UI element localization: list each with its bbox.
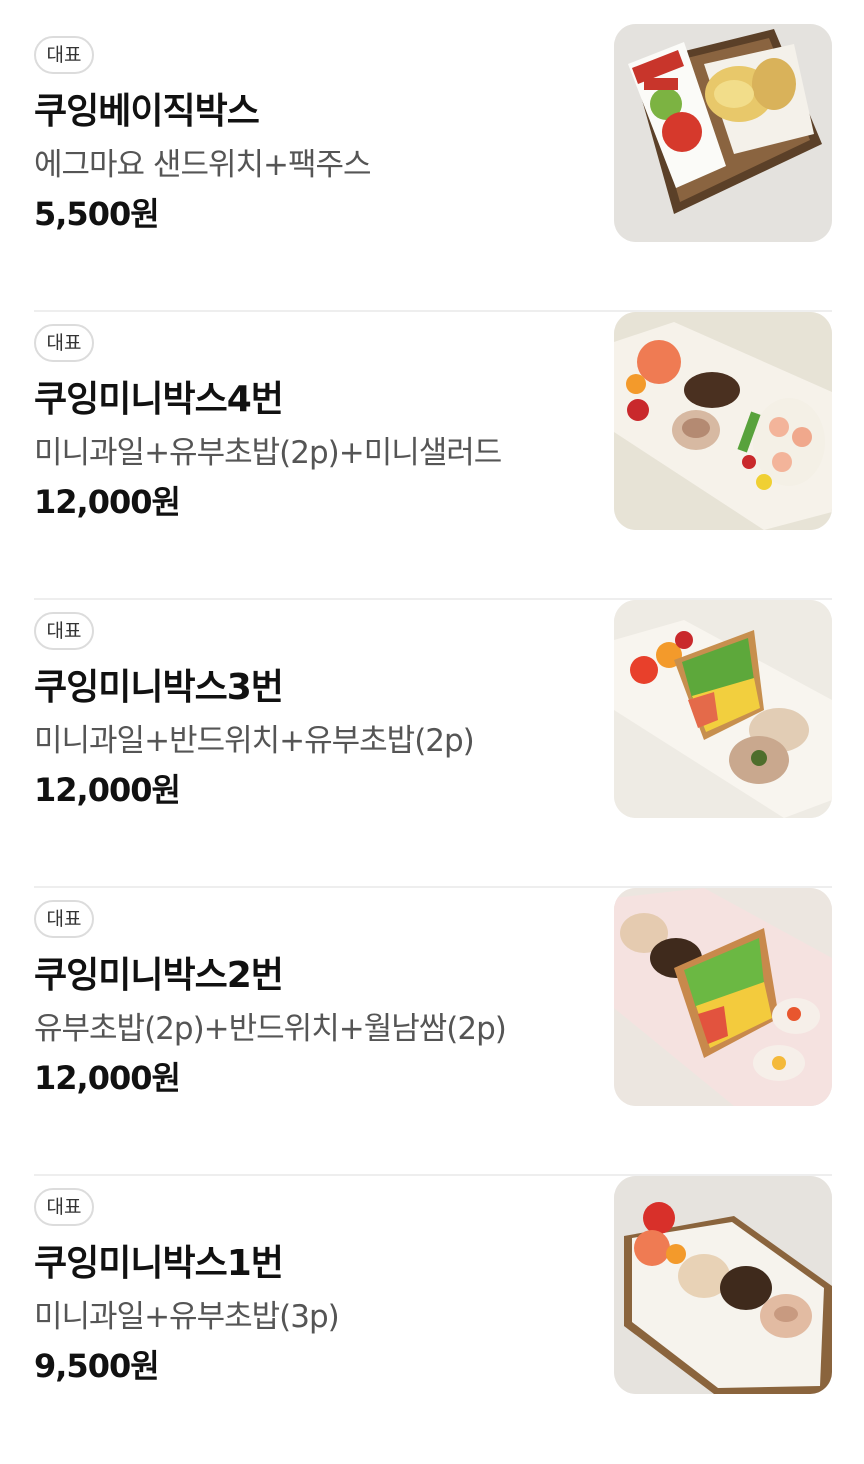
menu-item-name: 쿠잉미니박스4번: [34, 379, 284, 420]
fruit-inari-box-photo: [614, 1176, 832, 1394]
inari-sandwich-springroll-box-photo: [614, 888, 832, 1106]
menu-item-price: 9,500원: [34, 1347, 160, 1385]
menu-item-description: 유부초밥(2p)+반드위치+월남쌈(2p): [34, 1011, 507, 1047]
menu-item-name: 쿠잉미니박스2번: [34, 955, 284, 996]
menu-item-mini-box-1[interactable]: 대표 쿠잉미니박스1번 미니과일+유부초밥(3p) 9,500원: [34, 1176, 832, 1464]
menu-item-photo[interactable]: [614, 600, 832, 818]
menu-item-description: 에그마요 샌드위치+팩주스: [34, 147, 372, 183]
representative-badge: 대표: [34, 36, 94, 74]
menu-item-price: 5,500원: [34, 195, 160, 233]
menu-item-price: 12,000원: [34, 1059, 181, 1097]
menu-item-name: 쿠잉미니박스3번: [34, 667, 284, 708]
menu-item-photo[interactable]: [614, 312, 832, 530]
representative-badge: 대표: [34, 324, 94, 362]
menu-item-photo[interactable]: [614, 1176, 832, 1394]
menu-item-name: 쿠잉미니박스1번: [34, 1243, 284, 1284]
menu-item-description: 미니과일+유부초밥(3p): [34, 1299, 340, 1335]
menu-item-mini-box-4[interactable]: 대표 쿠잉미니박스4번 미니과일+유부초밥(2p)+미니샐러드 12,000원: [34, 312, 832, 600]
fruit-sandwich-inari-box-photo: [614, 600, 832, 818]
menu-item-mini-box-3[interactable]: 대표 쿠잉미니박스3번 미니과일+반드위치+유부초밥(2p) 12,000원: [34, 600, 832, 888]
menu-item-name: 쿠잉베이직박스: [34, 91, 260, 132]
menu-list: 대표 쿠잉베이직박스 에그마요 샌드위치+팩주스 5,500원 대표 쿠잉미니박…: [0, 0, 864, 1419]
menu-item-description: 미니과일+유부초밥(2p)+미니샐러드: [34, 435, 502, 471]
representative-badge: 대표: [34, 1188, 94, 1226]
menu-item-description: 미니과일+반드위치+유부초밥(2p): [34, 723, 475, 759]
menu-item-photo[interactable]: [614, 888, 832, 1106]
menu-item-mini-box-2[interactable]: 대표 쿠잉미니박스2번 유부초밥(2p)+반드위치+월남쌈(2p) 12,000…: [34, 888, 832, 1176]
representative-badge: 대표: [34, 900, 94, 938]
fruit-inari-salad-box-photo: [614, 312, 832, 530]
menu-item-basic-box[interactable]: 대표 쿠잉베이직박스 에그마요 샌드위치+팩주스 5,500원: [34, 24, 832, 312]
sandwich-and-apple-juice-photo: [614, 24, 832, 242]
menu-item-price: 12,000원: [34, 483, 181, 521]
menu-item-photo[interactable]: [614, 24, 832, 242]
menu-item-price: 12,000원: [34, 771, 181, 809]
representative-badge: 대표: [34, 612, 94, 650]
